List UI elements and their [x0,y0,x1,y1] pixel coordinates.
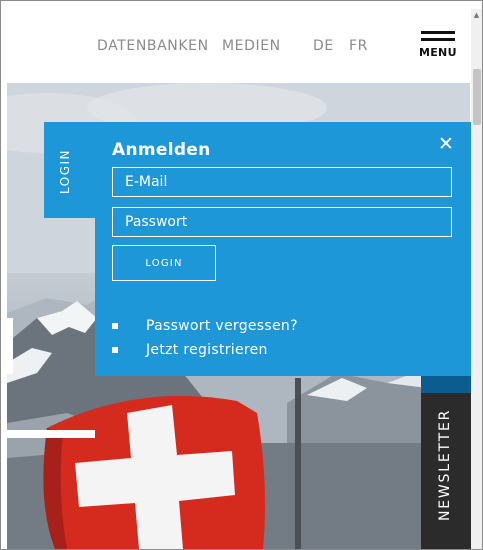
close-icon[interactable]: ✕ [436,134,456,154]
scroll-up-arrow-icon[interactable]: ▲ [471,9,482,21]
hamburger-icon [421,31,455,34]
forgot-password-label: Passwort vergessen? [146,318,298,334]
browser-viewport: DATENBANKEN MEDIEN DE FR MENU ▲ LOGIN An… [0,0,483,550]
scrollbar-thumb[interactable] [473,69,481,125]
slider-indicator [7,318,13,374]
divider-line [7,430,95,438]
email-field[interactable] [112,167,452,197]
newsletter-tab-label: NEWSLETTER [437,408,453,521]
login-tab-label: LOGIN [58,148,72,194]
login-panel: Anmelden ✕ LOGIN Passwort vergessen? Jet… [95,122,471,376]
bullet-icon [112,323,118,329]
login-tab[interactable]: LOGIN [44,122,95,218]
site-header: DATENBANKEN MEDIEN DE FR MENU [7,9,470,83]
nav-datenbanken[interactable]: DATENBANKEN [97,38,209,54]
nav-medien[interactable]: MEDIEN [222,38,281,54]
menu-label: MENU [419,46,457,59]
login-button[interactable]: LOGIN [112,245,216,281]
menu-button[interactable]: MENU [419,31,459,67]
newsletter-tab[interactable]: NEWSLETTER [421,393,471,549]
hamburger-icon-bar [421,38,455,41]
bullet-icon [112,347,118,353]
register-link[interactable]: Jetzt registrieren [112,342,412,360]
tab-accent-strip [421,376,471,393]
password-field[interactable] [112,207,452,237]
lang-fr[interactable]: FR [349,38,368,54]
panel-title: Anmelden [112,140,211,160]
forgot-password-link[interactable]: Passwort vergessen? [112,318,412,336]
register-label: Jetzt registrieren [146,342,268,358]
lang-de[interactable]: DE [313,38,334,54]
